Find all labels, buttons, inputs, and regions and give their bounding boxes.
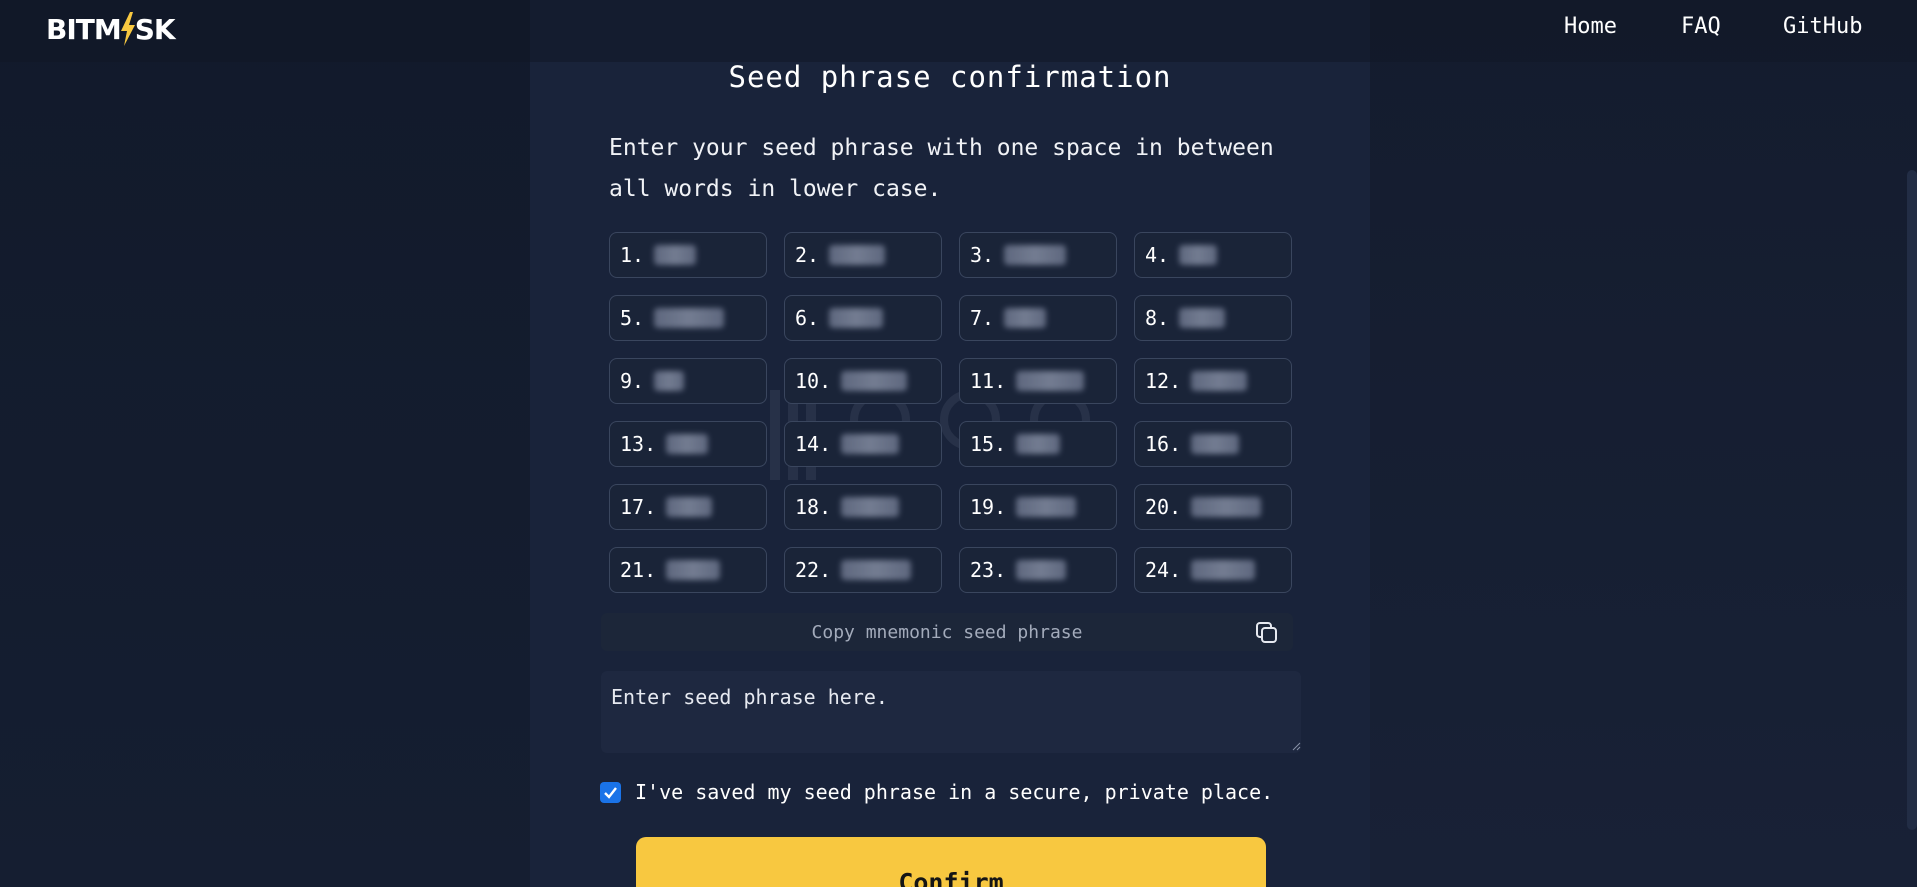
blurred-word <box>666 497 713 517</box>
word-number: 8. <box>1145 306 1170 330</box>
blurred-word <box>1004 245 1067 265</box>
word-number: 5. <box>620 306 645 330</box>
instructions-text: Enter your seed phrase with one space in… <box>609 135 1274 202</box>
word-number: 9. <box>620 369 645 393</box>
blurred-word <box>841 371 908 391</box>
seed-word-14[interactable]: 14. <box>784 421 942 467</box>
blurred-word <box>654 371 685 391</box>
word-number: 22. <box>795 558 832 582</box>
seed-word-3[interactable]: 3. <box>959 232 1117 278</box>
word-number: 6. <box>795 306 820 330</box>
nav-faq-link[interactable]: FAQ <box>1681 14 1721 39</box>
seed-word-20[interactable]: 20. <box>1134 484 1292 530</box>
seed-phrase-input[interactable] <box>601 671 1301 753</box>
top-navigation: BITM SK Home FAQ GitHub <box>0 0 1917 62</box>
blurred-word <box>1016 560 1067 580</box>
seed-word-6[interactable]: 6. <box>784 295 942 341</box>
page-scrollbar[interactable] <box>1907 170 1917 830</box>
seed-word-4[interactable]: 4. <box>1134 232 1292 278</box>
word-number: 7. <box>970 306 995 330</box>
blurred-word <box>1016 497 1077 517</box>
blurred-word <box>1016 371 1085 391</box>
blurred-word <box>654 245 697 265</box>
word-number: 13. <box>620 432 657 456</box>
word-number: 12. <box>1145 369 1182 393</box>
copy-icon[interactable] <box>1255 621 1279 645</box>
seed-word-17[interactable]: 17. <box>609 484 767 530</box>
bitmask-logo[interactable]: BITM SK <box>46 12 176 46</box>
checkmark-icon <box>604 786 617 799</box>
blurred-word <box>1191 560 1256 580</box>
word-number: 20. <box>1145 495 1182 519</box>
copy-mnemonic-button[interactable]: Copy mnemonic seed phrase <box>601 613 1293 651</box>
nav-github-link[interactable]: GitHub <box>1783 14 1862 39</box>
seed-word-2[interactable]: 2. <box>784 232 942 278</box>
word-number: 15. <box>970 432 1007 456</box>
seed-word-grid: 1. 2. 3. 4. 5. 6. 7. 8. 9. 10. 11. 12. 1… <box>609 232 1293 593</box>
word-number: 17. <box>620 495 657 519</box>
saved-seed-label: I've saved my seed phrase in a secure, p… <box>635 780 1274 804</box>
seed-word-21[interactable]: 21. <box>609 547 767 593</box>
blurred-word <box>654 308 725 328</box>
confirm-button[interactable]: Confirm <box>636 837 1266 887</box>
blurred-word <box>1191 371 1248 391</box>
seed-word-7[interactable]: 7. <box>959 295 1117 341</box>
page-title: Seed phrase confirmation <box>728 60 1172 94</box>
word-number: 16. <box>1145 432 1182 456</box>
word-number: 1. <box>620 243 645 267</box>
word-number: 18. <box>795 495 832 519</box>
nav-home-link[interactable]: Home <box>1564 14 1617 39</box>
blurred-word <box>1191 434 1240 454</box>
blurred-word <box>1191 497 1262 517</box>
seed-word-23[interactable]: 23. <box>959 547 1117 593</box>
seed-word-8[interactable]: 8. <box>1134 295 1292 341</box>
blurred-word <box>1004 308 1047 328</box>
seed-word-12[interactable]: 12. <box>1134 358 1292 404</box>
blurred-word <box>841 434 900 454</box>
word-number: 11. <box>970 369 1007 393</box>
seed-word-22[interactable]: 22. <box>784 547 942 593</box>
seed-word-15[interactable]: 15. <box>959 421 1117 467</box>
word-number: 3. <box>970 243 995 267</box>
background-left <box>0 0 530 887</box>
word-number: 14. <box>795 432 832 456</box>
seed-word-5[interactable]: 5. <box>609 295 767 341</box>
saved-seed-checkbox[interactable] <box>600 781 621 803</box>
seed-word-1[interactable]: 1. <box>609 232 767 278</box>
blurred-word <box>666 560 721 580</box>
seed-word-16[interactable]: 16. <box>1134 421 1292 467</box>
seed-word-18[interactable]: 18. <box>784 484 942 530</box>
seed-word-11[interactable]: 11. <box>959 358 1117 404</box>
word-number: 23. <box>970 558 1007 582</box>
copy-mnemonic-label: Copy mnemonic seed phrase <box>811 621 1083 643</box>
seed-word-13[interactable]: 13. <box>609 421 767 467</box>
background-right <box>1370 0 1917 887</box>
blurred-word <box>841 497 900 517</box>
word-number: 10. <box>795 369 832 393</box>
blurred-word <box>829 245 886 265</box>
blurred-word <box>666 434 709 454</box>
blurred-word <box>1016 434 1061 454</box>
word-number: 19. <box>970 495 1007 519</box>
seed-word-10[interactable]: 10. <box>784 358 942 404</box>
logo-text-left: BITM <box>46 12 122 46</box>
seed-word-24[interactable]: 24. <box>1134 547 1292 593</box>
seed-word-9[interactable]: 9. <box>609 358 767 404</box>
word-number: 24. <box>1145 558 1182 582</box>
logo-text-right: SK <box>134 12 176 46</box>
blurred-word <box>829 308 884 328</box>
blurred-word <box>841 560 912 580</box>
resize-grip-icon[interactable] <box>1291 741 1301 751</box>
blurred-word <box>1179 308 1226 328</box>
seed-word-19[interactable]: 19. <box>959 484 1117 530</box>
word-number: 4. <box>1145 243 1170 267</box>
word-number: 21. <box>620 558 657 582</box>
blurred-word <box>1179 245 1218 265</box>
word-number: 2. <box>795 243 820 267</box>
saved-confirmation-row[interactable]: I've saved my seed phrase in a secure, p… <box>600 780 1273 804</box>
